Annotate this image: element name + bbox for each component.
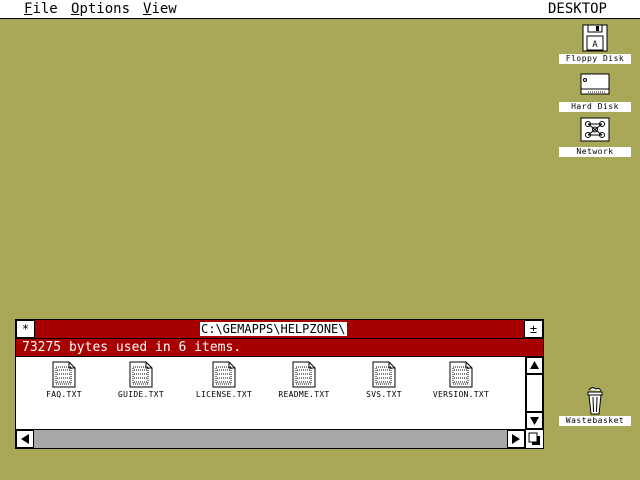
svg-text:A: A — [592, 40, 598, 50]
file-name: GUIDE.TXT — [117, 390, 165, 399]
resize-handle[interactable] — [525, 429, 543, 448]
file-item[interactable]: README.TXT — [269, 361, 339, 400]
vertical-scroll-thumb[interactable] — [526, 374, 543, 412]
menu-file-label: ile — [32, 1, 58, 17]
wastebasket-icon — [580, 386, 610, 415]
desktop-menu-title[interactable]: DESKTOP — [548, 1, 607, 17]
wastebasket-desktop-icon[interactable]: Wastebasket — [559, 386, 631, 426]
menu-view[interactable]: View — [143, 1, 177, 17]
document-icon — [212, 361, 236, 388]
network-icon — [580, 117, 610, 145]
file-name: SVS.TXT — [366, 390, 402, 399]
file-name: VERSION.TXT — [432, 390, 490, 399]
document-icon — [372, 361, 396, 388]
network-desktop-icon[interactable]: Network — [559, 117, 631, 157]
menu-options[interactable]: Options — [71, 1, 130, 17]
folder-window: * C:\GEMAPPS\HELPZONE\ ± 73275 bytes use… — [15, 319, 544, 449]
file-item[interactable]: SVS.TXT — [349, 361, 419, 400]
arrow-up-icon — [530, 361, 539, 369]
menu-options-label: ptions — [79, 1, 131, 17]
hard-disk-label: Hard Disk — [559, 102, 631, 112]
wastebasket-label: Wastebasket — [559, 416, 631, 426]
file-item[interactable]: GUIDE.TXT — [106, 361, 176, 400]
scroll-right-button[interactable] — [507, 430, 525, 448]
menu-bar: File Options View DESKTOP — [0, 0, 640, 19]
window-info-line: 73275 bytes used in 6 items. — [16, 339, 543, 357]
file-name: README.TXT — [278, 390, 330, 399]
resize-icon — [528, 432, 540, 445]
scroll-up-button[interactable] — [526, 357, 543, 374]
window-title-bar[interactable]: * C:\GEMAPPS\HELPZONE\ ± — [16, 320, 543, 339]
document-icon — [449, 361, 473, 388]
menu-file[interactable]: File — [24, 1, 58, 17]
fuller-button[interactable]: ± — [524, 320, 543, 338]
file-list: FAQ.TXT GUIDE.TXT LICENSE.TXT README.TXT… — [16, 357, 525, 429]
document-icon — [129, 361, 153, 388]
document-icon — [52, 361, 76, 388]
file-name: FAQ.TXT — [46, 390, 82, 399]
hard-disk-icon — [580, 72, 610, 100]
floppy-disk-icon: A — [580, 24, 610, 52]
hard-disk-desktop-icon[interactable]: Hard Disk — [559, 72, 631, 112]
file-item[interactable]: FAQ.TXT — [29, 361, 99, 400]
horizontal-scrollbar[interactable] — [16, 429, 525, 448]
file-item[interactable]: LICENSE.TXT — [189, 361, 259, 400]
document-icon — [292, 361, 316, 388]
window-title: C:\GEMAPPS\HELPZONE\ — [200, 322, 347, 336]
floppy-disk-label: Floppy Disk — [559, 54, 631, 64]
arrow-down-icon — [530, 417, 539, 425]
arrow-right-icon — [512, 434, 520, 444]
network-label: Network — [559, 147, 631, 157]
file-item[interactable]: VERSION.TXT — [426, 361, 496, 400]
menu-view-label: iew — [151, 1, 177, 17]
vertical-scrollbar[interactable] — [525, 357, 543, 429]
floppy-disk-desktop-icon[interactable]: A Floppy Disk — [559, 24, 631, 64]
arrow-left-icon — [21, 434, 29, 444]
close-button[interactable]: * — [16, 320, 35, 338]
scroll-left-button[interactable] — [16, 430, 34, 448]
file-name: LICENSE.TXT — [195, 390, 253, 399]
scroll-down-button[interactable] — [526, 412, 543, 429]
